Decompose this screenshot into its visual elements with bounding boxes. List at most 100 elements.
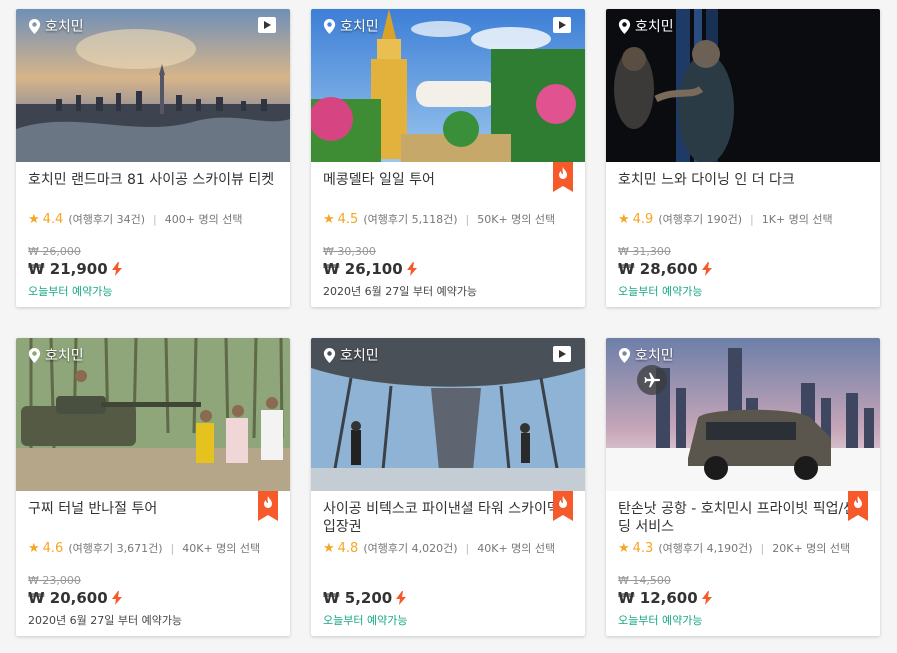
location-label: 호치민 — [28, 16, 84, 36]
sale-price-row: ₩ 21,900 — [28, 260, 278, 278]
card-image[interactable]: 호치민 — [606, 9, 880, 162]
star-icon: ★ — [28, 211, 40, 227]
card-image[interactable]: 호치민 — [311, 338, 585, 491]
location-label: 호치민 — [618, 16, 674, 36]
original-price: ₩ 23,000 — [28, 574, 81, 587]
activity-card[interactable]: 호치민 호치민 느와 다이닝 인 더 다크 ★ 4.9 (여행후기 190건) … — [606, 9, 880, 307]
fire-icon — [553, 162, 573, 192]
sale-price: ₩ 20,600 — [28, 589, 108, 607]
booked-count: 50K+ 명의 선택 — [477, 213, 556, 226]
booked-count: 400+ 명의 선택 — [164, 213, 243, 226]
location-text: 호치민 — [635, 19, 674, 35]
airplane-icon — [637, 365, 667, 395]
rating-row: ★ 4.5 (여행후기 5,118건) | 50K+ 명의 선택 — [323, 211, 573, 227]
availability-text: 2020년 6월 27일 부터 예약가능 — [323, 285, 478, 298]
map-pin-icon — [323, 347, 336, 363]
lightning-icon — [396, 591, 407, 605]
sale-price-row: ₩ 5,200 — [323, 589, 573, 607]
availability-text: 오늘부터 예약가능 — [28, 285, 113, 298]
original-price: ₩ 31,300 — [618, 245, 671, 258]
location-label: 호치민 — [618, 345, 674, 365]
review-count: (여행후기 34건) — [68, 213, 146, 226]
rating-row: ★ 4.6 (여행후기 3,671건) | 40K+ 명의 선택 — [28, 540, 278, 556]
sale-price: ₩ 5,200 — [323, 589, 393, 607]
sale-price: ₩ 26,100 — [323, 260, 403, 278]
sale-price: ₩ 12,600 — [618, 589, 698, 607]
rating-row: ★ 4.9 (여행후기 190건) | 1K+ 명의 선택 — [618, 211, 868, 227]
booked-count: 40K+ 명의 선택 — [477, 542, 556, 555]
sale-price: ₩ 21,900 — [28, 260, 108, 278]
original-price — [323, 574, 573, 587]
original-price: ₩ 14,500 — [618, 574, 671, 587]
sale-price-row: ₩ 20,600 — [28, 589, 278, 607]
availability-text: 2020년 6월 27일 부터 예약가능 — [28, 614, 183, 627]
booked-count: 40K+ 명의 선택 — [182, 542, 261, 555]
availability-text: 오늘부터 예약가능 — [618, 614, 703, 627]
lightning-icon — [701, 262, 712, 276]
divider: | — [170, 541, 175, 555]
map-pin-icon — [28, 347, 41, 363]
star-icon: ★ — [618, 211, 630, 227]
availability-text: 오늘부터 예약가능 — [618, 285, 703, 298]
card-title[interactable]: 구찌 터널 반나절 투어 — [28, 500, 278, 538]
original-price: ₩ 26,000 — [28, 245, 81, 258]
rating-score: 4.9 — [632, 211, 654, 227]
review-count: (여행후기 5,118건) — [363, 213, 458, 226]
location-text: 호치민 — [340, 19, 379, 35]
divider: | — [465, 212, 470, 226]
lightning-icon — [111, 591, 122, 605]
original-price: ₩ 30,300 — [323, 245, 376, 258]
star-icon: ★ — [28, 540, 40, 556]
booked-count: 1K+ 명의 선택 — [761, 213, 833, 226]
rating-score: 4.3 — [632, 540, 654, 556]
card-image[interactable]: 호치민 — [16, 9, 290, 162]
location-label: 호치민 — [323, 16, 379, 36]
card-image[interactable]: 호치민 — [606, 338, 880, 491]
sale-price-row: ₩ 26,100 — [323, 260, 573, 278]
play-icon[interactable] — [258, 17, 276, 33]
lightning-icon — [406, 262, 417, 276]
star-icon: ★ — [618, 540, 630, 556]
review-count: (여행후기 4,020건) — [363, 542, 458, 555]
card-title[interactable]: 메콩델타 일일 투어 — [323, 171, 573, 209]
card-image[interactable]: 호치민 — [311, 9, 585, 162]
card-title[interactable]: 사이공 비텍스코 파이낸셜 타워 스카이덱 입장권 — [323, 500, 573, 538]
activity-card[interactable]: 호치민 호치민 랜드마크 81 사이공 스카이뷰 티켓 ★ 4.4 (여행후기 … — [16, 9, 290, 307]
activity-grid: 호치민 호치민 랜드마크 81 사이공 스카이뷰 티켓 ★ 4.4 (여행후기 … — [0, 0, 897, 653]
location-text: 호치민 — [635, 348, 674, 364]
divider: | — [153, 212, 157, 226]
rating-score: 4.6 — [42, 540, 64, 556]
rating-row: ★ 4.8 (여행후기 4,020건) | 40K+ 명의 선택 — [323, 540, 573, 556]
map-pin-icon — [618, 18, 631, 34]
review-count: (여행후기 3,671건) — [68, 542, 163, 555]
map-pin-icon — [323, 18, 336, 34]
location-label: 호치민 — [28, 345, 84, 365]
divider: | — [760, 541, 765, 555]
fire-icon — [553, 491, 573, 521]
map-pin-icon — [618, 347, 631, 363]
star-icon: ★ — [323, 540, 335, 556]
card-image[interactable]: 호치민 — [16, 338, 290, 491]
rating-score: 4.4 — [42, 211, 64, 227]
availability-text: 오늘부터 예약가능 — [323, 614, 408, 627]
review-count: (여행후기 4,190건) — [658, 542, 753, 555]
activity-card[interactable]: 호치민 메콩델타 일일 투어 ★ 4.5 (여행후기 5,118건) | 50K… — [311, 9, 585, 307]
card-title[interactable]: 호치민 랜드마크 81 사이공 스카이뷰 티켓 — [28, 171, 278, 209]
play-icon[interactable] — [553, 17, 571, 33]
divider: | — [750, 212, 754, 226]
activity-card[interactable]: 호치민 구찌 터널 반나절 투어 ★ 4.6 (여행후기 3,671건) | 4… — [16, 338, 290, 636]
activity-card[interactable]: 호치민 탄손낫 공항 - 호치민시 프라이빗 픽업/샌딩 서비스 ★ 4.3 (… — [606, 338, 880, 636]
booked-count: 20K+ 명의 선택 — [772, 542, 851, 555]
sale-price-row: ₩ 12,600 — [618, 589, 868, 607]
card-title[interactable]: 호치민 느와 다이닝 인 더 다크 — [618, 171, 868, 209]
card-title[interactable]: 탄손낫 공항 - 호치민시 프라이빗 픽업/샌딩 서비스 — [618, 500, 868, 538]
fire-icon — [258, 491, 278, 521]
star-icon: ★ — [323, 211, 335, 227]
review-count: (여행후기 190건) — [658, 213, 743, 226]
divider: | — [465, 541, 470, 555]
lightning-icon — [111, 262, 122, 276]
sale-price: ₩ 28,600 — [618, 260, 698, 278]
play-icon[interactable] — [553, 346, 571, 362]
activity-card[interactable]: 호치민 사이공 비텍스코 파이낸셜 타워 스카이덱 입장권 ★ 4.8 (여행후… — [311, 338, 585, 636]
location-text: 호치민 — [45, 348, 84, 364]
